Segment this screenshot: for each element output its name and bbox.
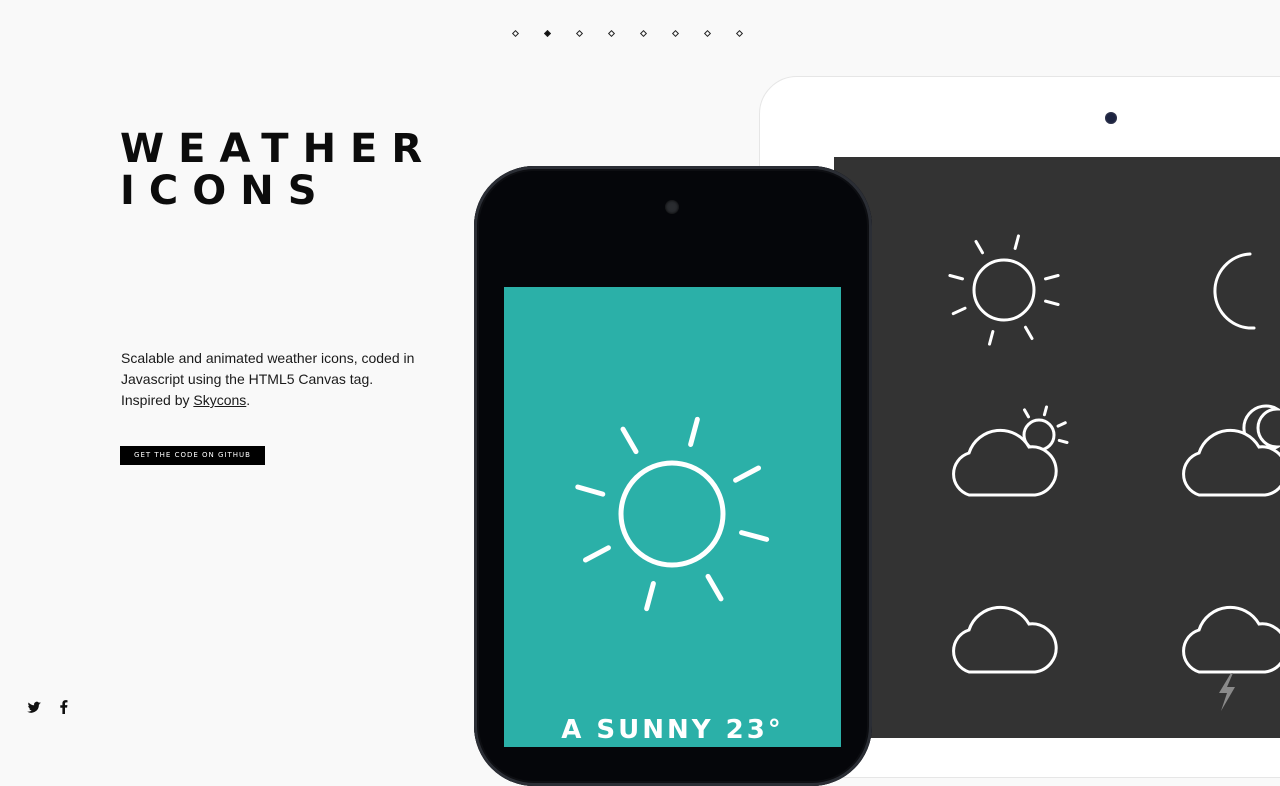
social-links — [26, 698, 72, 716]
description-end: . — [246, 392, 251, 408]
clear-day-icon — [575, 416, 770, 612]
description-text: Scalable and animated weather icons, cod… — [121, 350, 415, 408]
skycons-link[interactable]: Skycons — [193, 392, 246, 408]
pagination-dot[interactable] — [575, 29, 584, 38]
pagination-dots — [511, 29, 744, 38]
pagination-dot[interactable] — [703, 29, 712, 38]
description: Scalable and animated weather icons, cod… — [121, 348, 421, 411]
clear-day-icon — [948, 234, 1060, 346]
phone-screen: A SUNNY 23° — [504, 287, 841, 747]
pagination-dot[interactable] — [639, 29, 648, 38]
pagination-dot[interactable] — [607, 29, 616, 38]
title-line-1: WEATHER — [120, 126, 437, 172]
page-title: WEATHER ICONS — [120, 128, 436, 212]
partly-cloudy-day-icon — [952, 405, 1069, 497]
github-button[interactable]: GET THE CODE ON GITHUB — [120, 446, 265, 465]
cloudy-icon — [952, 605, 1058, 674]
tablet-camera — [1105, 112, 1117, 124]
clear-night-icon — [1213, 252, 1256, 330]
thunderstorm-icon — [1182, 605, 1280, 711]
twitter-icon[interactable] — [26, 698, 42, 716]
title-line-2: ICONS — [120, 168, 331, 214]
pagination-dot[interactable] — [511, 29, 520, 38]
phone-camera — [665, 200, 679, 214]
pagination-dot[interactable] — [543, 29, 552, 38]
partly-cloudy-night-icon — [1182, 404, 1280, 497]
pagination-dot[interactable] — [671, 29, 680, 38]
pagination-dot[interactable] — [735, 29, 744, 38]
tablet-screen — [834, 157, 1280, 738]
weather-caption: A SUNNY 23° — [561, 715, 784, 745]
facebook-icon[interactable] — [56, 698, 72, 716]
